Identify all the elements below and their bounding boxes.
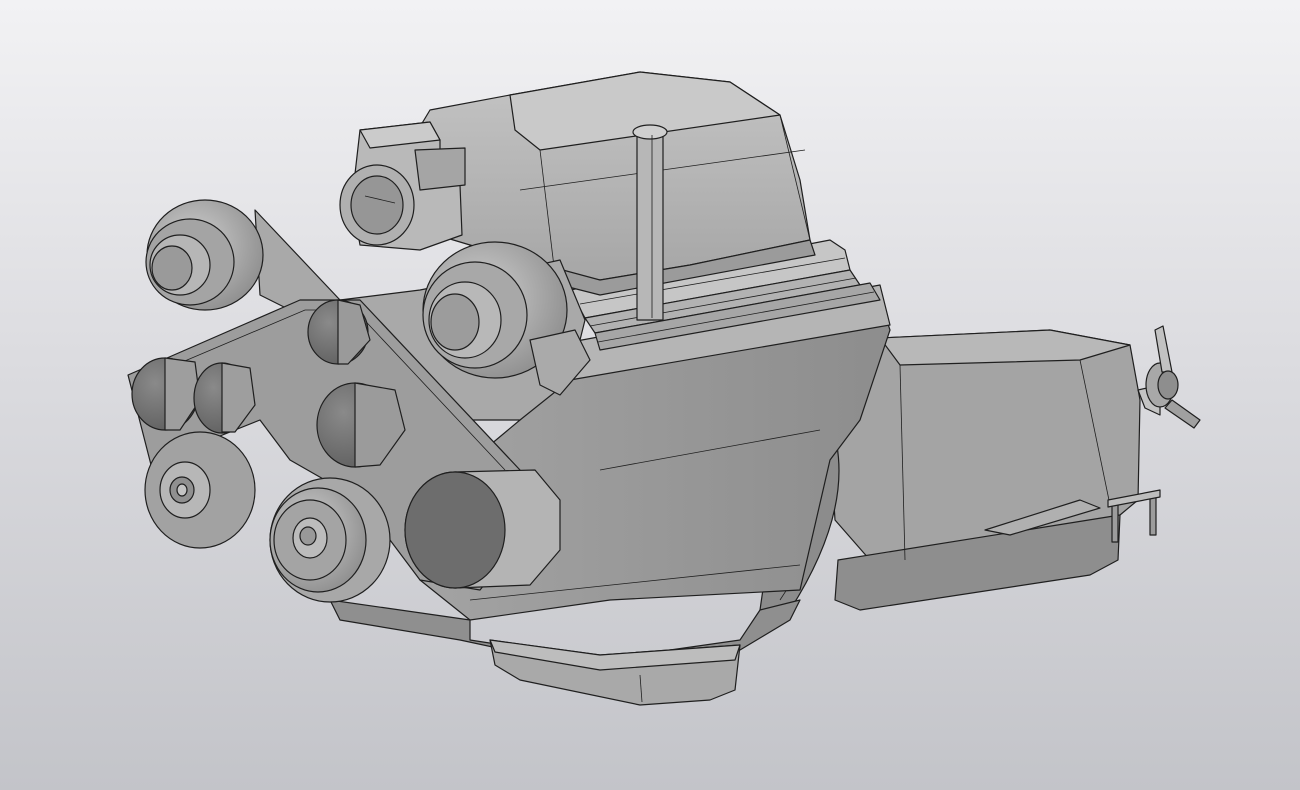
upper-left-idler-pulley[interactable] [145, 199, 264, 311]
oil-pan[interactable] [489, 639, 741, 706]
alternator-pulley[interactable] [144, 431, 256, 549]
crankshaft-pulley[interactable] [269, 477, 391, 603]
oil-dipstick[interactable] [632, 124, 668, 321]
cad-viewport[interactable] [0, 0, 1300, 790]
gearbox-housing[interactable] [829, 329, 1161, 611]
engine-model[interactable] [0, 0, 1300, 790]
